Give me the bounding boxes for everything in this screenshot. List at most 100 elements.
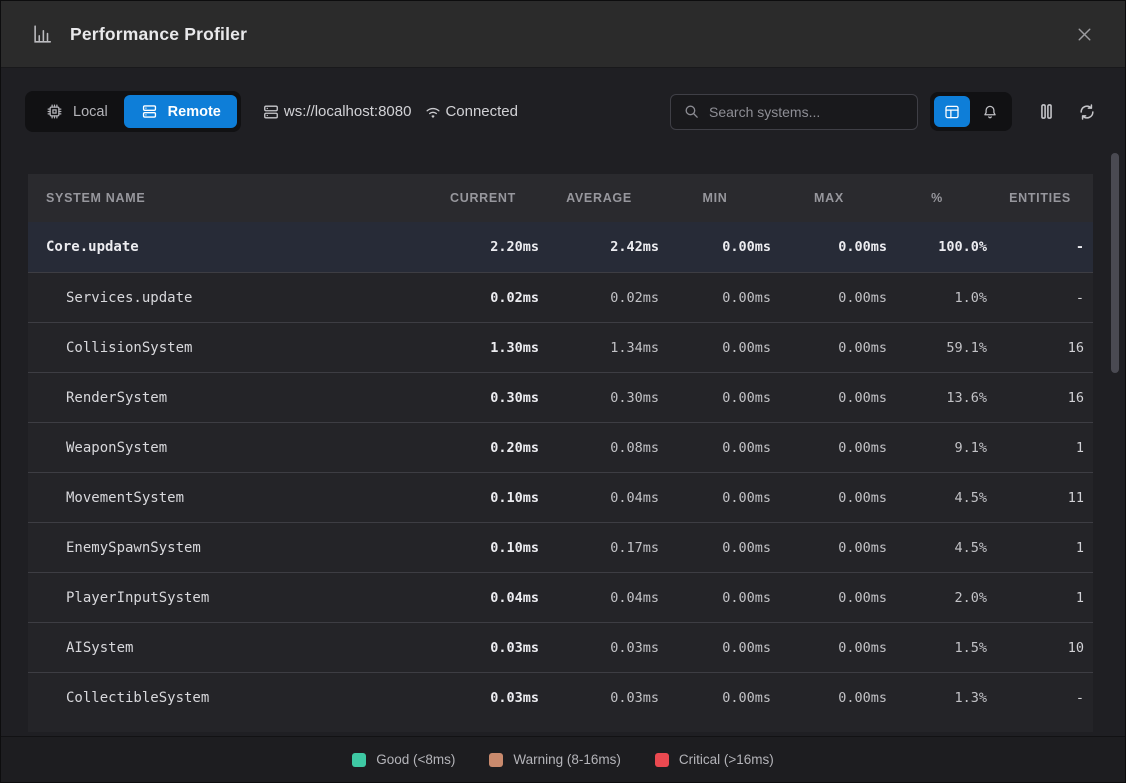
good-label: Good (<8ms) — [376, 752, 455, 767]
entities-cell: 16 — [987, 390, 1093, 406]
table-row[interactable]: RenderSystem 0.30ms 0.30ms 0.00ms 0.00ms… — [28, 372, 1093, 422]
table-icon — [943, 103, 961, 121]
alerts-button[interactable] — [972, 96, 1008, 127]
min-ms-cell: 0.00ms — [659, 440, 771, 456]
pause-button[interactable] — [1032, 97, 1061, 126]
warning-label: Warning (8-16ms) — [513, 752, 621, 767]
bar-chart-icon — [31, 23, 53, 45]
column-header-min: MIN — [659, 191, 771, 205]
systems-table: SYSTEM NAME CURRENT AVERAGE MIN MAX % EN… — [28, 174, 1093, 732]
column-header-percent: % — [887, 191, 987, 205]
critical-swatch — [655, 753, 669, 767]
table-row[interactable]: PlayerInputSystem 0.04ms 0.04ms 0.00ms 0… — [28, 572, 1093, 622]
percent-cell: 2.0% — [887, 590, 987, 606]
average-ms-cell: 0.04ms — [539, 590, 659, 606]
average-ms-cell: 0.08ms — [539, 440, 659, 456]
average-ms-cell: 0.17ms — [539, 540, 659, 556]
entities-cell: - — [987, 290, 1093, 306]
max-ms-cell: 0.00ms — [771, 490, 887, 506]
current-ms-cell: 0.03ms — [427, 690, 539, 706]
system-name-cell: WeaponSystem — [28, 440, 427, 456]
cpu-icon — [45, 102, 64, 121]
average-ms-cell: 2.42ms — [539, 239, 659, 255]
max-ms-cell: 0.00ms — [771, 390, 887, 406]
table-header-row: SYSTEM NAME CURRENT AVERAGE MIN MAX % EN… — [28, 174, 1093, 222]
percent-cell: 1.5% — [887, 640, 987, 656]
column-header-system-name: SYSTEM NAME — [28, 191, 427, 205]
local-mode-label: Local — [73, 104, 108, 120]
table-row[interactable]: MovementSystem 0.10ms 0.04ms 0.00ms 0.00… — [28, 472, 1093, 522]
server-icon — [140, 102, 159, 121]
legend-item-good: Good (<8ms) — [352, 752, 455, 767]
connection-status-group: Connected — [423, 102, 518, 122]
entities-cell: 11 — [987, 490, 1093, 506]
average-ms-cell: 0.03ms — [539, 690, 659, 706]
pause-icon — [1036, 101, 1057, 122]
table-body: Core.update 2.20ms 2.42ms 0.00ms 0.00ms … — [28, 222, 1093, 722]
current-ms-cell: 0.10ms — [427, 490, 539, 506]
ws-url: ws://localhost:8080 — [284, 103, 412, 120]
warning-swatch — [489, 753, 503, 767]
min-ms-cell: 0.00ms — [659, 640, 771, 656]
entities-cell: 16 — [987, 340, 1093, 356]
max-ms-cell: 0.00ms — [771, 290, 887, 306]
table-row[interactable]: CollisionSystem 1.30ms 1.34ms 0.00ms 0.0… — [28, 322, 1093, 372]
table-row[interactable]: Services.update 0.02ms 0.02ms 0.00ms 0.0… — [28, 272, 1093, 322]
average-ms-cell: 0.04ms — [539, 490, 659, 506]
average-ms-cell: 0.30ms — [539, 390, 659, 406]
search-icon — [683, 103, 700, 120]
search-input[interactable] — [709, 104, 905, 120]
legend-bar: Good (<8ms) Warning (8-16ms) Critical (>… — [1, 736, 1125, 782]
remote-mode-label: Remote — [168, 104, 221, 120]
entities-cell: 1 — [987, 440, 1093, 456]
min-ms-cell: 0.00ms — [659, 590, 771, 606]
max-ms-cell: 0.00ms — [771, 590, 887, 606]
local-mode-button[interactable]: Local — [29, 95, 124, 128]
current-ms-cell: 0.03ms — [427, 640, 539, 656]
percent-cell: 1.0% — [887, 290, 987, 306]
system-name-cell: EnemySpawnSystem — [28, 540, 427, 556]
server-icon — [261, 102, 281, 122]
entities-cell: - — [987, 239, 1093, 255]
wifi-icon — [423, 102, 443, 122]
min-ms-cell: 0.00ms — [659, 540, 771, 556]
system-name-cell: MovementSystem — [28, 490, 427, 506]
min-ms-cell: 0.00ms — [659, 340, 771, 356]
table-view-button[interactable] — [934, 96, 970, 127]
table-row[interactable]: AISystem 0.03ms 0.03ms 0.00ms 0.00ms 1.5… — [28, 622, 1093, 672]
mode-toggle: Local Remote — [25, 91, 241, 132]
current-ms-cell: 0.02ms — [427, 290, 539, 306]
max-ms-cell: 0.00ms — [771, 640, 887, 656]
remote-mode-button[interactable]: Remote — [124, 95, 237, 128]
table-row[interactable]: WeaponSystem 0.20ms 0.08ms 0.00ms 0.00ms… — [28, 422, 1093, 472]
table-row[interactable]: Core.update 2.20ms 2.42ms 0.00ms 0.00ms … — [28, 222, 1093, 272]
scrollbar-thumb[interactable] — [1111, 153, 1119, 373]
ws-url-group: ws://localhost:8080 — [261, 102, 412, 122]
system-name-cell: PlayerInputSystem — [28, 590, 427, 606]
max-ms-cell: 0.00ms — [771, 340, 887, 356]
min-ms-cell: 0.00ms — [659, 690, 771, 706]
max-ms-cell: 0.00ms — [771, 440, 887, 456]
table-row[interactable]: EnemySpawnSystem 0.10ms 0.17ms 0.00ms 0.… — [28, 522, 1093, 572]
percent-cell: 13.6% — [887, 390, 987, 406]
max-ms-cell: 0.00ms — [771, 540, 887, 556]
system-name-cell: AISystem — [28, 640, 427, 656]
title-bar: Performance Profiler — [1, 1, 1125, 68]
percent-cell: 100.0% — [887, 239, 987, 255]
min-ms-cell: 0.00ms — [659, 239, 771, 255]
current-ms-cell: 1.30ms — [427, 340, 539, 356]
system-name-cell: RenderSystem — [28, 390, 427, 406]
entities-cell: - — [987, 690, 1093, 706]
percent-cell: 9.1% — [887, 440, 987, 456]
percent-cell: 4.5% — [887, 540, 987, 556]
legend-item-critical: Critical (>16ms) — [655, 752, 774, 767]
percent-cell: 4.5% — [887, 490, 987, 506]
toolbar: Local Remote ws://localhost:8080 — [1, 91, 1125, 132]
percent-cell: 59.1% — [887, 340, 987, 356]
min-ms-cell: 0.00ms — [659, 290, 771, 306]
table-row[interactable]: CollectibleSystem 0.03ms 0.03ms 0.00ms 0… — [28, 672, 1093, 722]
close-icon[interactable] — [1070, 20, 1099, 49]
refresh-button[interactable] — [1073, 98, 1101, 126]
min-ms-cell: 0.00ms — [659, 390, 771, 406]
current-ms-cell: 0.10ms — [427, 540, 539, 556]
